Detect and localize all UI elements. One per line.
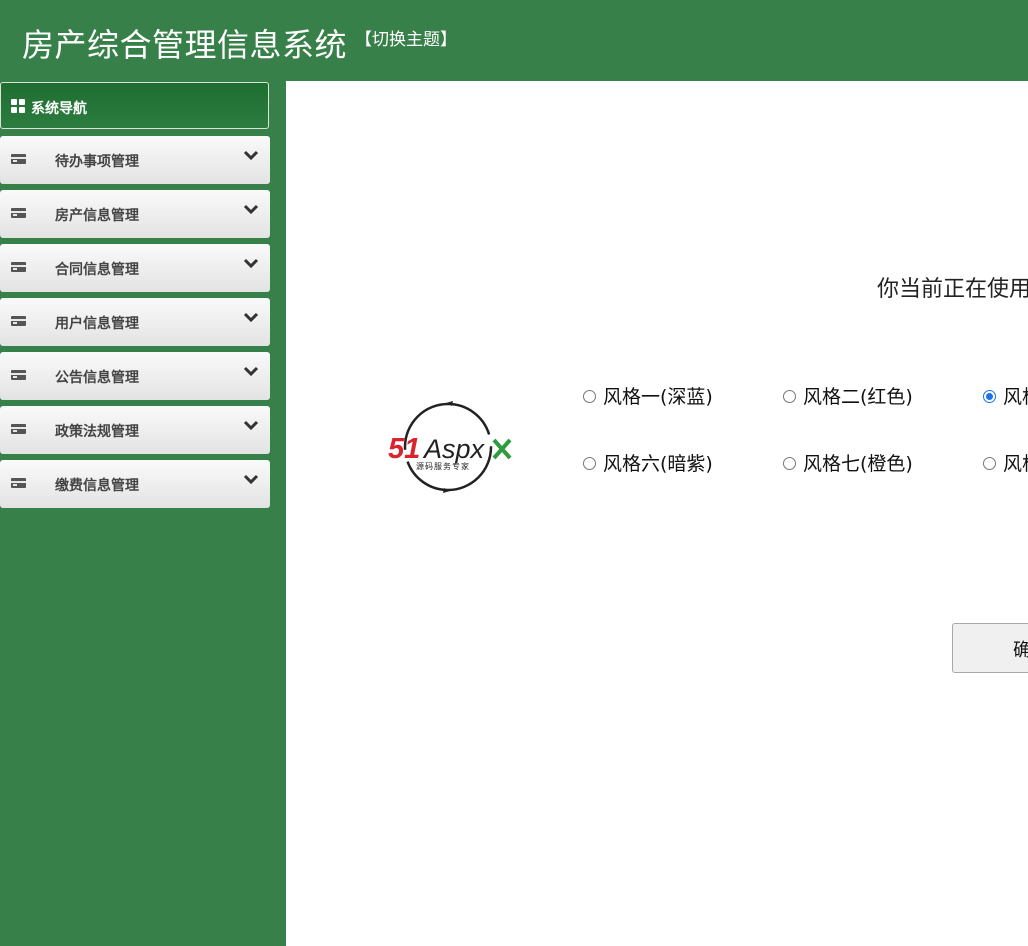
chevron-down-icon — [243, 474, 259, 485]
sidebar-item-label: 缴费信息管理 — [55, 478, 139, 494]
theme-radio[interactable] — [783, 390, 796, 403]
theme-radio[interactable] — [783, 457, 796, 470]
theme-radio-selected[interactable] — [983, 390, 996, 403]
theme-option-label: 风格 — [1003, 386, 1028, 408]
card-icon — [11, 154, 26, 164]
sidebar-item-todo[interactable]: 待办事项管理 — [0, 136, 270, 184]
card-icon — [11, 316, 26, 326]
confirm-button-label: 确定 — [1013, 640, 1028, 661]
theme-radio[interactable] — [583, 390, 596, 403]
chevron-down-icon — [243, 258, 259, 269]
chevron-down-icon — [243, 366, 259, 377]
logo-brand-red: 51 — [388, 433, 420, 465]
sidebar-item-payment[interactable]: 缴费信息管理 — [0, 460, 270, 508]
theme-option-label: 风格 — [1003, 453, 1028, 475]
sidebar-item-label: 待办事项管理 — [55, 154, 139, 170]
theme-option-label: 风格一(深蓝) — [603, 386, 713, 408]
sidebar-item-label: 政策法规管理 — [55, 424, 139, 440]
chevron-down-icon — [243, 204, 259, 215]
logo-brand-dark: Aspx — [422, 434, 486, 464]
current-theme-heading: 你当前正在使用 — [877, 277, 1028, 302]
theme-option-label: 风格二(红色) — [803, 386, 913, 408]
sidebar-item-label: 用户信息管理 — [55, 316, 139, 332]
logo-tagline: 源码服务专家 — [416, 461, 470, 471]
top-header: 房产综合管理信息系统 【切换主题】 — [0, 0, 1028, 81]
theme-option-label: 风格六(暗紫) — [603, 453, 713, 475]
sidebar-item-policy[interactable]: 政策法规管理 — [0, 406, 270, 454]
card-icon — [11, 262, 26, 272]
card-icon — [11, 370, 26, 380]
sidebar-item-property[interactable]: 房产信息管理 — [0, 190, 270, 238]
chevron-down-icon — [243, 312, 259, 323]
card-icon — [11, 424, 26, 434]
sidebar-item-notice[interactable]: 公告信息管理 — [0, 352, 270, 400]
theme-switch-link[interactable]: 【切换主题】 — [355, 25, 457, 50]
card-icon — [11, 478, 26, 488]
sidebar: 系统导航 待办事项管理 房产信息管理 合同信息管理 用户信息管理 公告信息管理 … — [0, 81, 286, 946]
theme-radio[interactable] — [983, 457, 996, 470]
theme-option-label: 风格七(橙色) — [803, 453, 913, 475]
sidebar-nav-title: 系统导航 — [31, 101, 87, 117]
confirm-button[interactable]: 确定 — [952, 623, 1028, 673]
sidebar-item-label: 房产信息管理 — [55, 208, 139, 224]
card-icon — [11, 208, 26, 218]
sidebar-item-user[interactable]: 用户信息管理 — [0, 298, 270, 346]
app-title: 房产综合管理信息系统 — [22, 26, 348, 64]
sidebar-item-label: 公告信息管理 — [55, 370, 139, 386]
sidebar-item-contract[interactable]: 合同信息管理 — [0, 244, 270, 292]
chevron-down-icon — [243, 150, 259, 161]
chevron-down-icon — [243, 420, 259, 431]
theme-radio[interactable] — [583, 457, 596, 470]
sidebar-nav-header: 系统导航 — [0, 82, 269, 129]
grid-icon — [11, 99, 25, 113]
sidebar-item-label: 合同信息管理 — [55, 262, 139, 278]
51aspx-logo: 51 Aspx 源码服务专家 — [388, 401, 512, 493]
